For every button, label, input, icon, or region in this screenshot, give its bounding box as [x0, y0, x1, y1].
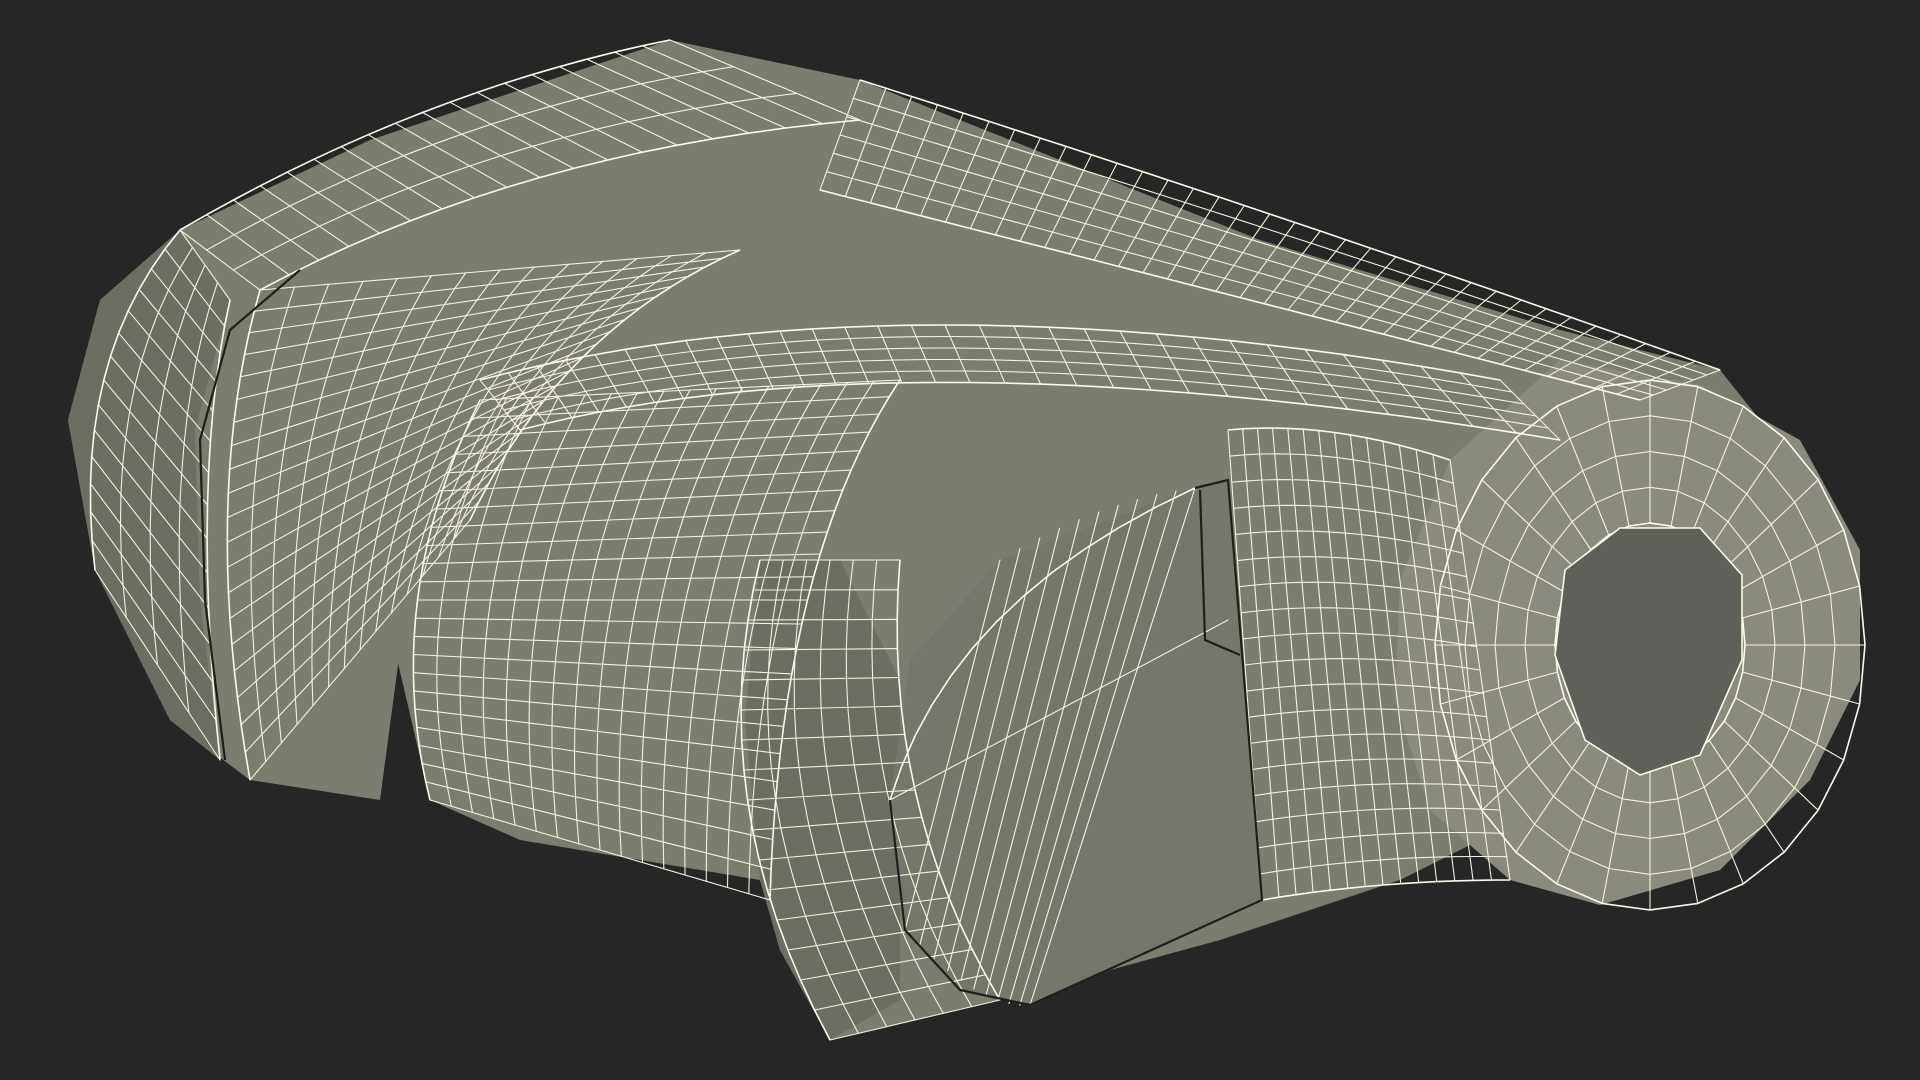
render-viewport: [0, 0, 1920, 1080]
wireframe-model: [68, 39, 1866, 1041]
